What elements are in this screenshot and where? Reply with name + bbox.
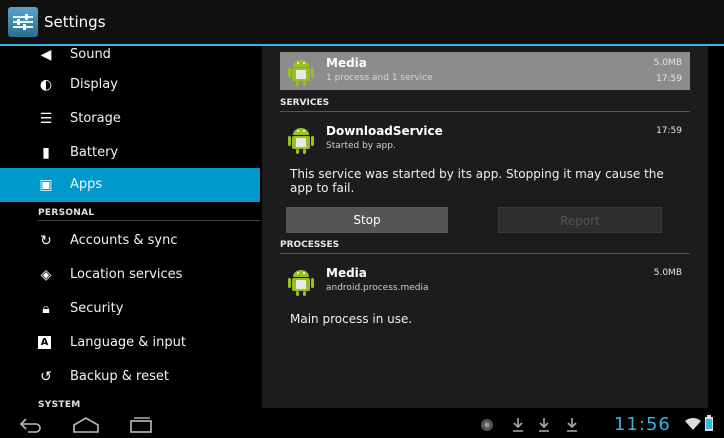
recent-apps-icon[interactable] [128, 416, 154, 434]
app-detail-pane: Media 1 process and 1 service 5.0MB 17:5… [262, 46, 708, 408]
android-app-icon [288, 270, 314, 296]
process-name: Media [326, 266, 367, 280]
services-header: SERVICES [280, 98, 690, 112]
service-name: DownloadService [326, 124, 443, 138]
battery-icon: ▮ [42, 145, 50, 161]
back-icon[interactable] [18, 416, 42, 434]
report-button[interactable]: Report [498, 207, 662, 233]
apps-icon: ▣ [39, 177, 53, 193]
nav-item-label: Language & input [70, 335, 186, 350]
section-header-system: SYSTEM [38, 400, 81, 410]
download-icon[interactable] [512, 417, 524, 433]
wifi-icon[interactable] [684, 417, 702, 431]
battery-status-icon[interactable] [704, 415, 714, 432]
keyboard-icon: A [38, 336, 51, 349]
location-icon: ◈ [40, 267, 52, 283]
nav-item-label: Security [70, 301, 124, 316]
system-nav-bar: 11:56 [0, 412, 724, 438]
nav-item-display[interactable]: ◐ Display [0, 68, 260, 102]
nav-item-battery[interactable]: ▮ Battery [0, 136, 260, 170]
android-app-icon [288, 60, 314, 86]
service-row[interactable]: DownloadService Started by app. 17:59 [280, 120, 690, 158]
nav-item-storage[interactable]: ☰ Storage [0, 102, 260, 136]
process-description: Main process in use. [290, 312, 413, 326]
nav-item-location[interactable]: ◈ Location services [0, 258, 260, 292]
page-title: Settings [44, 13, 106, 31]
service-description: This service was started by its app. Sto… [290, 167, 664, 195]
brightness-icon: ◐ [39, 77, 53, 93]
nav-item-label: Battery [70, 145, 119, 160]
service-status: Started by app. [326, 141, 396, 151]
processes-header: PROCESSES [280, 240, 690, 254]
divider [38, 220, 260, 221]
speaker-icon: ◀︎ [40, 47, 52, 63]
backup-icon: ↺ [40, 369, 52, 385]
nav-item-label: Apps [70, 177, 103, 192]
nav-item-label: Accounts & sync [70, 233, 178, 248]
app-row-media[interactable]: Media 1 process and 1 service 5.0MB 17:5… [280, 52, 690, 90]
service-time: 17:59 [656, 126, 682, 136]
nav-item-label: Sound [70, 47, 111, 62]
action-bar: Settings [0, 0, 724, 46]
process-size: 5.0MB [653, 268, 682, 278]
nav-item-apps[interactable]: ▣ Apps [0, 168, 260, 202]
nav-item-security[interactable]: 🔒︎ Security [0, 292, 260, 326]
lock-icon: 🔒︎ [42, 301, 50, 317]
clock[interactable]: 11:56 [614, 414, 671, 435]
app-summary: 1 process and 1 service [326, 73, 433, 83]
notification-dot-icon[interactable] [480, 418, 494, 432]
nav-item-backup[interactable]: ↺ Backup & reset [0, 360, 260, 394]
app-time: 17:59 [656, 74, 682, 84]
nav-item-label: Storage [70, 111, 121, 126]
process-package: android.process.media [326, 283, 429, 293]
process-row[interactable]: Media android.process.media 5.0MB [280, 262, 690, 300]
stop-button[interactable]: Stop [286, 207, 448, 233]
nav-item-accounts[interactable]: ↻ Accounts & sync [0, 224, 260, 258]
nav-item-label: Backup & reset [70, 369, 169, 384]
settings-nav: ◀︎ Sound ◐ Display ☰ Storage ▮ Battery ▣… [0, 46, 260, 412]
app-name: Media [326, 56, 367, 70]
storage-icon: ☰ [39, 111, 53, 127]
android-app-icon [288, 128, 314, 154]
download-icon[interactable] [566, 417, 578, 433]
sync-icon: ↻ [40, 233, 52, 249]
settings-icon[interactable] [8, 7, 38, 37]
home-icon[interactable] [72, 416, 100, 434]
nav-item-language[interactable]: A Language & input [0, 326, 260, 360]
nav-item-label: Location services [70, 267, 183, 282]
app-size: 5.0MB [653, 58, 682, 68]
nav-item-label: Display [70, 77, 118, 92]
download-icon[interactable] [538, 417, 550, 433]
section-header-personal: PERSONAL [38, 208, 95, 218]
